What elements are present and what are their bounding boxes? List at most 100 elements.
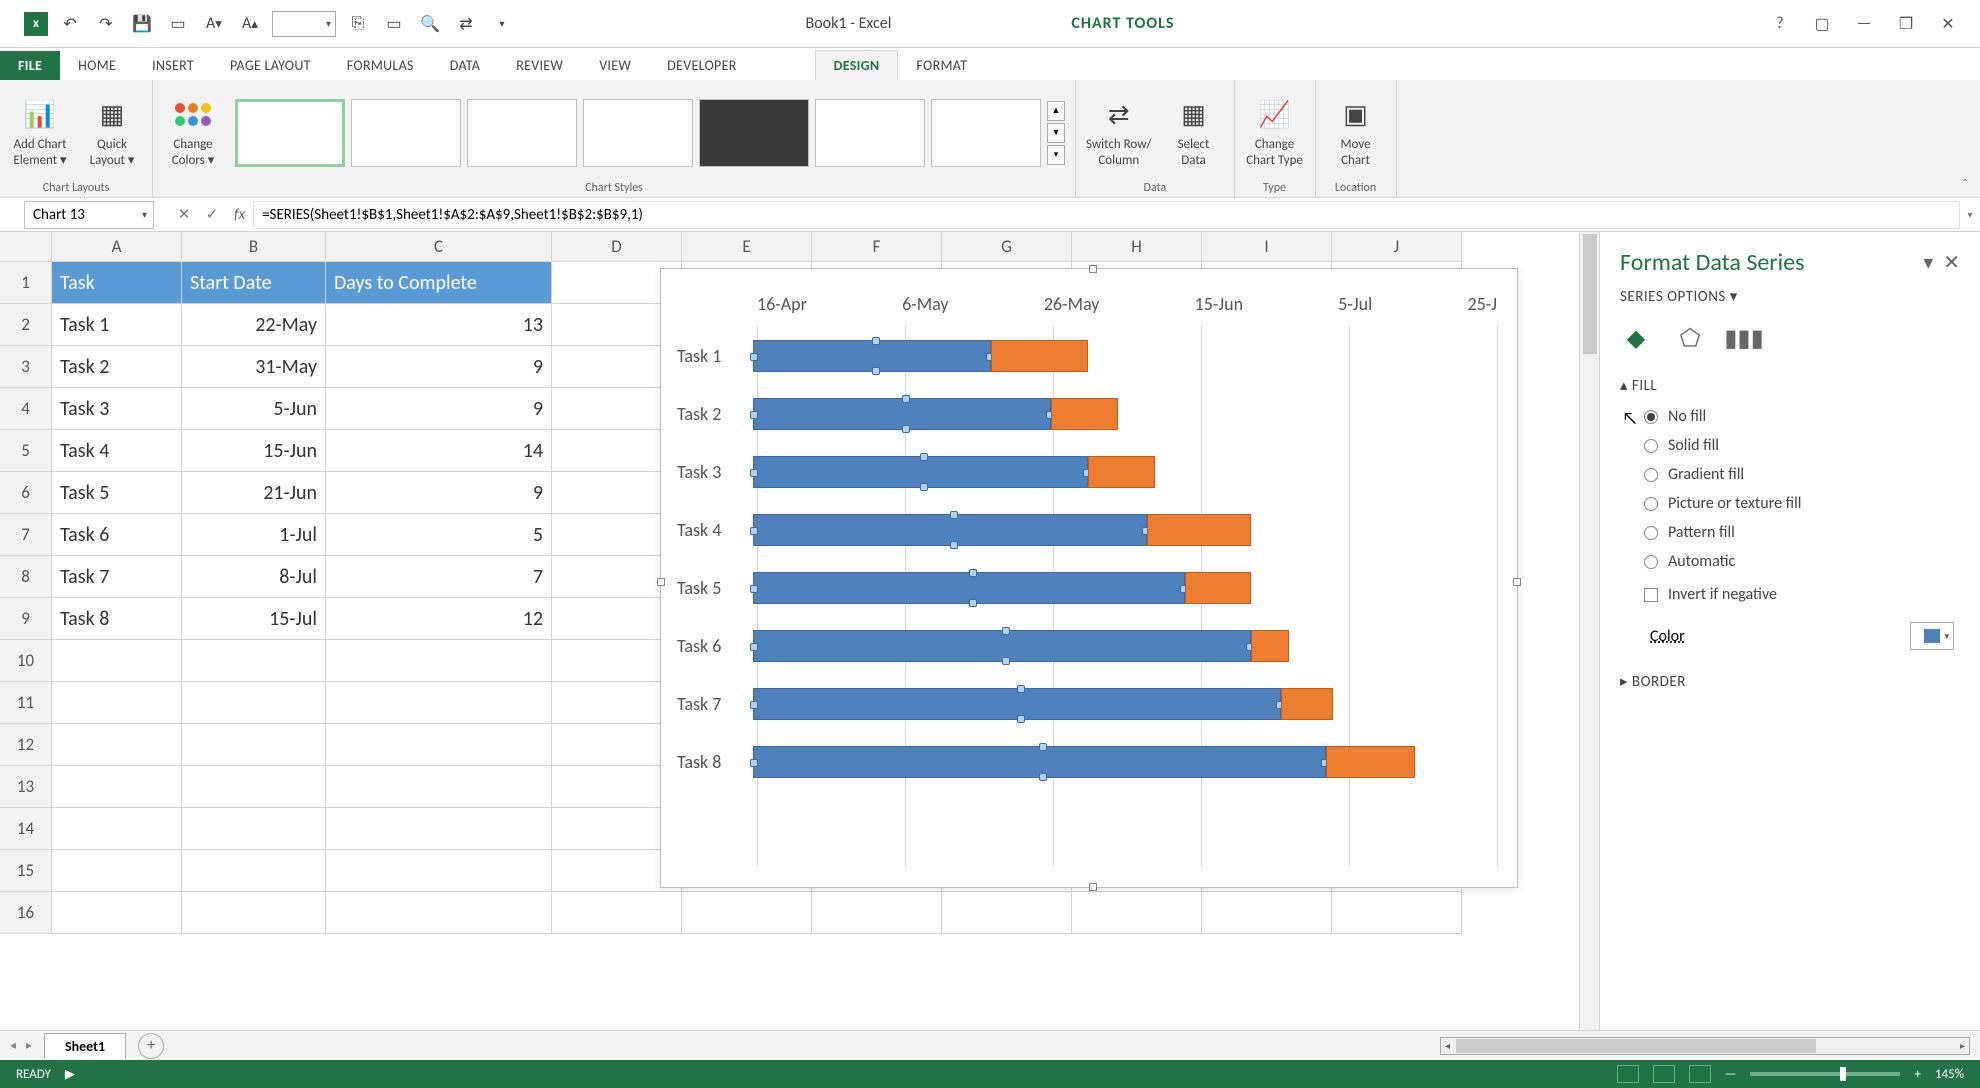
change-colors-button[interactable]: Change Colors ▾: [163, 97, 223, 168]
qat-btn-3[interactable]: 🔍: [416, 10, 444, 38]
name-box[interactable]: Chart 13: [24, 201, 154, 229]
tab-format[interactable]: FORMAT: [898, 51, 985, 80]
series-options-icon[interactable]: ▮▮▮: [1728, 322, 1760, 354]
col-header-E[interactable]: E: [682, 232, 812, 262]
chart-series1-bar[interactable]: [753, 630, 1251, 662]
view-normal-button[interactable]: [1617, 1065, 1639, 1083]
col-header-B[interactable]: B: [182, 232, 326, 262]
chart-series2-bar[interactable]: [1147, 514, 1251, 546]
ribbon-display-button[interactable]: ▢: [1810, 12, 1834, 36]
chart-bar-row-1[interactable]: Task 2: [757, 385, 1497, 443]
save-button[interactable]: 💾: [128, 10, 156, 38]
zoom-in-button[interactable]: +: [1914, 1067, 1920, 1082]
cell-C13[interactable]: [326, 766, 552, 808]
cell-B9[interactable]: 15-Jul: [182, 598, 326, 640]
close-button[interactable]: ✕: [1936, 12, 1960, 36]
cell-J16[interactable]: [1332, 892, 1462, 934]
cell-B14[interactable]: [182, 808, 326, 850]
row-header-12[interactable]: 12: [0, 724, 52, 766]
cell-B5[interactable]: 15-Jun: [182, 430, 326, 472]
cell-A2[interactable]: Task 1: [52, 304, 182, 346]
redo-button[interactable]: ↷: [92, 10, 120, 38]
chart-series1-bar[interactable]: [753, 456, 1088, 488]
add-chart-element-button[interactable]: 📊 Add Chart Element ▾: [10, 97, 70, 168]
fill-color-button[interactable]: [1910, 622, 1954, 650]
qat-btn-4[interactable]: ⇄: [452, 10, 480, 38]
row-header-9[interactable]: 9: [0, 598, 52, 640]
tab-file[interactable]: FILE: [0, 51, 60, 80]
col-header-J[interactable]: J: [1332, 232, 1462, 262]
sheet-tab-sheet1[interactable]: Sheet1: [44, 1033, 126, 1059]
chart-series2-bar[interactable]: [1251, 630, 1288, 662]
chart-bar-row-0[interactable]: Task 1: [757, 327, 1497, 385]
formula-input[interactable]: =SERIES(Sheet1!$B$1,Sheet1!$A$2:$A$9,She…: [253, 201, 1960, 229]
chart-series1-bar[interactable]: [753, 340, 991, 372]
chart-series1-bar[interactable]: [753, 688, 1281, 720]
cell-B16[interactable]: [182, 892, 326, 934]
cell-A3[interactable]: Task 2: [52, 346, 182, 388]
select-all-corner[interactable]: [0, 232, 52, 262]
cell-C9[interactable]: 12: [326, 598, 552, 640]
cell-D16[interactable]: [552, 892, 682, 934]
fill-option-automatic[interactable]: Automatic: [1644, 552, 1960, 571]
cell-A6[interactable]: Task 5: [52, 472, 182, 514]
tab-developer[interactable]: DEVELOPER: [649, 51, 754, 80]
row-header-14[interactable]: 14: [0, 808, 52, 850]
chart-series2-bar[interactable]: [1051, 398, 1118, 430]
chart-style-5[interactable]: [699, 99, 809, 167]
help-button[interactable]: ?: [1768, 12, 1792, 36]
cell-C4[interactable]: 9: [326, 388, 552, 430]
col-header-C[interactable]: C: [326, 232, 552, 262]
cell-C16[interactable]: [326, 892, 552, 934]
cell-A7[interactable]: Task 6: [52, 514, 182, 556]
col-header-G[interactable]: G: [942, 232, 1072, 262]
tab-data[interactable]: DATA: [432, 51, 498, 80]
chart-series2-bar[interactable]: [991, 340, 1088, 372]
font-size-input[interactable]: [272, 11, 336, 37]
cell-A4[interactable]: Task 3: [52, 388, 182, 430]
tab-design[interactable]: DESIGN: [815, 50, 899, 80]
cell-A16[interactable]: [52, 892, 182, 934]
row-header-8[interactable]: 8: [0, 556, 52, 598]
cell-C11[interactable]: [326, 682, 552, 724]
chart-series1-bar[interactable]: [753, 514, 1147, 546]
cell-A1[interactable]: Task: [52, 262, 182, 304]
pane-options-button[interactable]: ▾: [1923, 250, 1933, 275]
cell-A13[interactable]: [52, 766, 182, 808]
chart-style-3[interactable]: [467, 99, 577, 167]
cell-A5[interactable]: Task 4: [52, 430, 182, 472]
minimize-button[interactable]: —: [1852, 12, 1876, 36]
cell-B2[interactable]: 22-May: [182, 304, 326, 346]
worksheet-area[interactable]: ABCDEFGHIJ1TaskStart DateDays to Complet…: [0, 232, 1600, 1030]
chart-bar-row-5[interactable]: Task 6: [757, 617, 1497, 675]
row-header-4[interactable]: 4: [0, 388, 52, 430]
switch-row-column-button[interactable]: ⇄ Switch Row/ Column: [1086, 97, 1152, 168]
cell-B3[interactable]: 31-May: [182, 346, 326, 388]
cell-C5[interactable]: 14: [326, 430, 552, 472]
col-header-H[interactable]: H: [1072, 232, 1202, 262]
row-header-16[interactable]: 16: [0, 892, 52, 934]
undo-button[interactable]: ↶: [56, 10, 84, 38]
quick-layout-button[interactable]: ▦ Quick Layout ▾: [82, 97, 142, 168]
view-page-layout-button[interactable]: [1653, 1065, 1675, 1083]
cell-B15[interactable]: [182, 850, 326, 892]
chart-plot-area[interactable]: 16-Apr6-May26-May15-Jun5-Jul25-J Task 1 …: [757, 293, 1497, 867]
fill-option-solid fill[interactable]: Solid fill: [1644, 436, 1960, 455]
row-header-11[interactable]: 11: [0, 682, 52, 724]
chart-bar-row-6[interactable]: Task 7: [757, 675, 1497, 733]
chart-bar-row-2[interactable]: Task 3: [757, 443, 1497, 501]
col-header-A[interactable]: A: [52, 232, 182, 262]
tab-view[interactable]: VIEW: [581, 51, 649, 80]
chart-series2-bar[interactable]: [1281, 688, 1333, 720]
add-sheet-button[interactable]: +: [138, 1033, 164, 1059]
row-header-7[interactable]: 7: [0, 514, 52, 556]
cell-C10[interactable]: [326, 640, 552, 682]
sheet-nav-next[interactable]: ▸: [26, 1038, 32, 1053]
cell-B11[interactable]: [182, 682, 326, 724]
cell-C2[interactable]: 13: [326, 304, 552, 346]
cell-C6[interactable]: 9: [326, 472, 552, 514]
tab-insert[interactable]: INSERT: [134, 51, 212, 80]
change-chart-type-button[interactable]: 📈 Change Chart Type: [1245, 97, 1305, 168]
col-header-F[interactable]: F: [812, 232, 942, 262]
fill-option-gradient fill[interactable]: Gradient fill: [1644, 465, 1960, 484]
